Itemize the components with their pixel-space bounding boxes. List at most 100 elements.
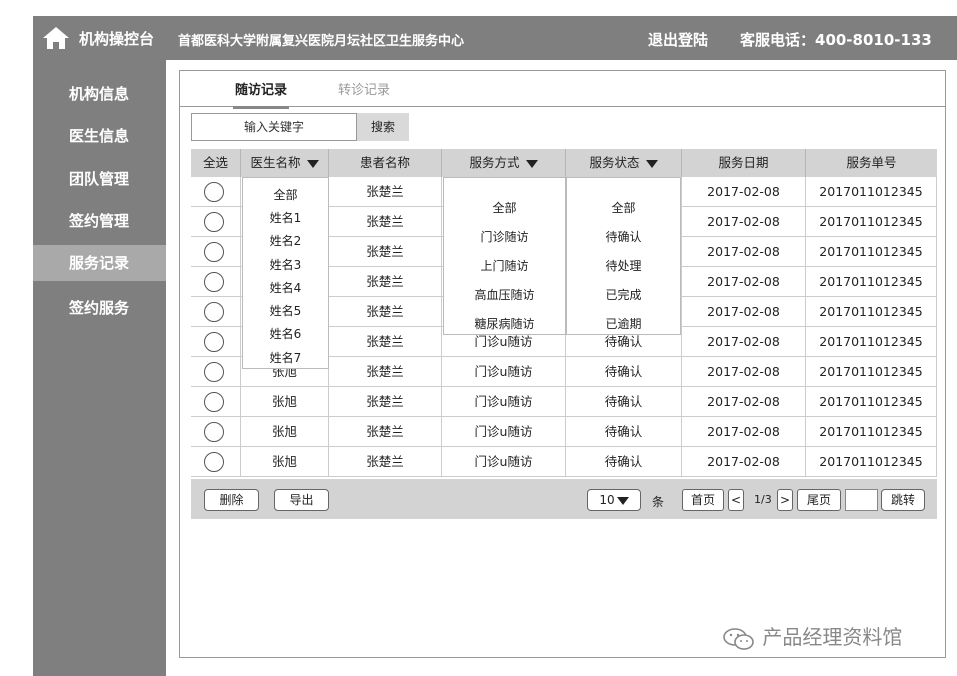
last-page-button[interactable]: 尾页 (797, 489, 841, 511)
method-option[interactable]: 糖尿病随访 (444, 315, 565, 332)
doctor-option[interactable]: 姓名3 (243, 256, 328, 273)
method-cell: 门诊u随访 (442, 417, 566, 447)
row-select-radio[interactable] (204, 452, 224, 472)
id-cell: 2017011012345 (806, 417, 937, 447)
patient-cell: 张楚兰 (329, 297, 442, 327)
row-select-radio[interactable] (204, 332, 224, 352)
date-header: 服务日期 (682, 149, 806, 177)
doctor-header-label: 医生名称 (250, 155, 301, 170)
jump-button[interactable]: 跳转 (881, 489, 925, 511)
row-select-radio[interactable] (204, 242, 224, 262)
tab-followup[interactable]: 随访记录 (232, 79, 290, 109)
sidebar-item-contract[interactable]: 签约管理 (33, 203, 166, 239)
row-select-radio[interactable] (204, 182, 224, 202)
table-footer: 删除 导出 10 条 首页 < 1/3 > 尾页 跳转 (191, 479, 937, 519)
row-select-radio[interactable] (204, 302, 224, 322)
table-row: 张旭 张楚兰 门诊u随访 待确认 2017-02-08 2017011012345 (191, 387, 937, 417)
prev-page-button[interactable]: < (728, 489, 744, 511)
id-cell: 2017011012345 (806, 267, 937, 297)
search-button[interactable]: 搜索 (357, 113, 409, 141)
caret-down-icon (525, 159, 538, 168)
doctor-header[interactable]: 医生名称 (241, 149, 329, 177)
status-option[interactable]: 待确认 (567, 228, 680, 245)
sidebar-item-service-records[interactable]: 服务记录 (33, 245, 166, 281)
patient-cell: 张楚兰 (329, 447, 442, 477)
method-header[interactable]: 服务方式 (442, 149, 566, 177)
status-option[interactable]: 已逾期 (567, 315, 680, 332)
method-option[interactable]: 上门随访 (444, 257, 565, 274)
doctor-filter-dropdown: 全部 姓名1 姓名2 姓名3 姓名4 姓名5 姓名6 姓名7 (242, 177, 329, 369)
method-cell: 门诊u随访 (442, 357, 566, 387)
method-cell: 门诊u随访 (442, 447, 566, 477)
row-select-radio[interactable] (204, 272, 224, 292)
page-size-select[interactable]: 10 (587, 489, 641, 511)
date-cell: 2017-02-08 (682, 327, 806, 357)
status-cell: 待确认 (566, 387, 682, 417)
logout-link[interactable]: 退出登陆 (648, 29, 708, 50)
doctor-option[interactable]: 姓名1 (243, 209, 328, 226)
sidebar: 机构信息 医生信息 团队管理 签约管理 服务记录 签约服务 (33, 60, 166, 676)
jump-page-input[interactable] (845, 489, 878, 511)
first-page-button[interactable]: 首页 (682, 489, 724, 511)
select-all-header[interactable]: 全选 (191, 149, 241, 177)
main-panel: 随访记录 转诊记录 输入关键字 搜索 全选 医生名称 患者名称 服务方式 服务状… (179, 70, 946, 658)
search-input[interactable]: 输入关键字 (191, 113, 357, 141)
method-header-label: 服务方式 (469, 155, 520, 170)
select-cell (191, 327, 241, 357)
tab-referral[interactable]: 转诊记录 (338, 79, 390, 98)
select-cell (191, 417, 241, 447)
status-cell: 待确认 (566, 357, 682, 387)
method-option[interactable]: 门诊随访 (444, 228, 565, 245)
brand-title: 机构操控台 (79, 30, 155, 48)
status-option[interactable]: 待处理 (567, 257, 680, 274)
doctor-option[interactable]: 全部 (243, 186, 328, 203)
doctor-option[interactable]: 姓名6 (243, 325, 328, 342)
status-option[interactable]: 已完成 (567, 286, 680, 303)
method-option[interactable]: 高血压随访 (444, 286, 565, 303)
sidebar-item-doctor-info[interactable]: 医生信息 (33, 118, 166, 154)
row-select-radio[interactable] (204, 212, 224, 232)
row-select-radio[interactable] (204, 422, 224, 442)
table-header: 全选 医生名称 患者名称 服务方式 服务状态 服务日期 服务单号 (191, 149, 937, 177)
delete-button[interactable]: 删除 (204, 489, 259, 511)
doctor-option[interactable]: 姓名2 (243, 232, 328, 249)
patient-cell: 张楚兰 (329, 387, 442, 417)
select-cell (191, 357, 241, 387)
patient-cell: 张楚兰 (329, 267, 442, 297)
tab-bar: 随访记录 转诊记录 (180, 71, 945, 109)
row-select-radio[interactable] (204, 362, 224, 382)
id-cell: 2017011012345 (806, 297, 937, 327)
status-header[interactable]: 服务状态 (566, 149, 682, 177)
date-cell: 2017-02-08 (682, 207, 806, 237)
next-page-button[interactable]: > (777, 489, 793, 511)
method-filter-dropdown: 全部 门诊随访 上门随访 高血压随访 糖尿病随访 (443, 177, 566, 335)
id-cell: 2017011012345 (806, 357, 937, 387)
caret-down-icon (645, 159, 658, 168)
patient-cell: 张楚兰 (329, 417, 442, 447)
home-icon[interactable] (41, 25, 71, 51)
status-option[interactable]: 全部 (567, 199, 680, 216)
date-cell: 2017-02-08 (682, 237, 806, 267)
select-cell (191, 237, 241, 267)
date-cell: 2017-02-08 (682, 267, 806, 297)
patient-cell: 张楚兰 (329, 327, 442, 357)
select-cell (191, 177, 241, 207)
status-header-label: 服务状态 (589, 155, 640, 170)
row-select-radio[interactable] (204, 392, 224, 412)
export-button[interactable]: 导出 (274, 489, 329, 511)
doctor-option[interactable]: 姓名5 (243, 302, 328, 319)
date-cell: 2017-02-08 (682, 297, 806, 327)
doctor-option[interactable]: 姓名7 (243, 349, 328, 366)
sidebar-item-team[interactable]: 团队管理 (33, 161, 166, 197)
page-info: 1/3 (754, 493, 772, 506)
doctor-option[interactable]: 姓名4 (243, 279, 328, 296)
org-name: 首都医科大学附属复兴医院月坛社区卫生服务中心 (178, 34, 465, 49)
status-filter-dropdown: 全部 待确认 待处理 已完成 已逾期 (566, 177, 681, 335)
date-cell: 2017-02-08 (682, 387, 806, 417)
method-option[interactable]: 全部 (444, 199, 565, 216)
sidebar-item-contract-service[interactable]: 签约服务 (33, 290, 166, 326)
watermark-text: 产品经理资料馆 (762, 625, 903, 649)
top-bar: 机构操控台 首都医科大学附属复兴医院月坛社区卫生服务中心 退出登陆 客服电话：4… (33, 16, 957, 60)
method-cell: 门诊u随访 (442, 387, 566, 417)
sidebar-item-org-info[interactable]: 机构信息 (33, 76, 166, 112)
